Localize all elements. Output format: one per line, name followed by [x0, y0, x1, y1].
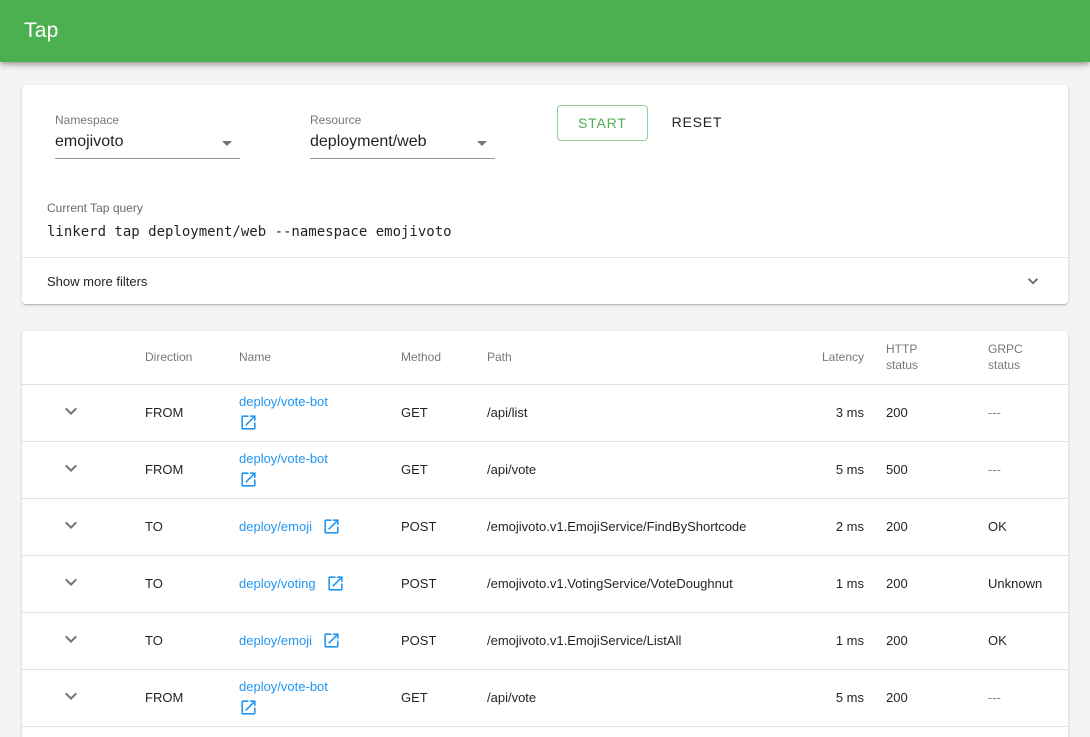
- col-method: Method: [401, 331, 487, 384]
- expand-row-icon[interactable]: [59, 513, 83, 537]
- latency-cell: 5 ms: [767, 441, 886, 498]
- name-cell: deploy/vote-bot: [239, 441, 401, 498]
- namespace-select[interactable]: emojivoto: [55, 133, 240, 159]
- grpc-status-cell: ---: [988, 441, 1068, 498]
- resource-link[interactable]: deploy/vote-bot: [239, 679, 328, 694]
- grpc-status-cell: Unknown: [988, 555, 1068, 612]
- method-cell: GET: [401, 441, 487, 498]
- expand-row-icon[interactable]: [59, 627, 83, 651]
- tap-results-table: Direction Name Method Path Latency HTTP …: [22, 331, 1068, 727]
- path-cell: /api/vote: [487, 669, 767, 726]
- open-in-new-icon[interactable]: [239, 698, 258, 717]
- col-latency: Latency: [767, 331, 886, 384]
- path-cell: /emojivoto.v1.EmojiService/ListAll: [487, 612, 767, 669]
- direction-cell: TO: [145, 555, 239, 612]
- reset-button[interactable]: RESET: [656, 105, 739, 139]
- grpc-status-cell: ---: [988, 384, 1068, 441]
- path-cell: /emojivoto.v1.VotingService/VoteDoughnut: [487, 555, 767, 612]
- open-in-new-icon[interactable]: [322, 631, 341, 650]
- expand-row-icon[interactable]: [59, 684, 83, 708]
- latency-cell: 1 ms: [767, 612, 886, 669]
- expand-row-icon[interactable]: [59, 399, 83, 423]
- name-cell: deploy/voting: [239, 555, 401, 612]
- http-status-cell: 200: [886, 498, 988, 555]
- http-status-cell: 500: [886, 441, 988, 498]
- direction-cell: TO: [145, 612, 239, 669]
- namespace-field: Namespace emojivoto: [55, 105, 240, 159]
- name-cell: deploy/emoji: [239, 498, 401, 555]
- resource-link[interactable]: deploy/vote-bot: [239, 451, 328, 466]
- http-status-cell: 200: [886, 669, 988, 726]
- resource-link[interactable]: deploy/emoji: [239, 633, 312, 648]
- table-header-row: Direction Name Method Path Latency HTTP …: [22, 331, 1068, 384]
- start-button[interactable]: START: [557, 105, 648, 141]
- method-cell: POST: [401, 498, 487, 555]
- direction-cell: FROM: [145, 384, 239, 441]
- resource-label: Resource: [310, 113, 495, 127]
- method-cell: GET: [401, 669, 487, 726]
- tap-results-card: Direction Name Method Path Latency HTTP …: [22, 331, 1068, 737]
- table-row: TO deploy/voting POST /emojivoto.v1.Voti…: [22, 555, 1068, 612]
- current-query-section: Current Tap query linkerd tap deployment…: [22, 159, 1068, 240]
- open-in-new-icon[interactable]: [326, 574, 345, 593]
- resource-link[interactable]: deploy/vote-bot: [239, 394, 328, 409]
- latency-cell: 5 ms: [767, 669, 886, 726]
- direction-cell: TO: [145, 498, 239, 555]
- open-in-new-icon[interactable]: [239, 470, 258, 489]
- table-row: TO deploy/emoji POST /emojivoto.v1.Emoji…: [22, 498, 1068, 555]
- direction-cell: FROM: [145, 441, 239, 498]
- chevron-down-icon[interactable]: [1023, 271, 1043, 291]
- table-row: FROM deploy/vote-bot GET /api/vote 5 ms …: [22, 669, 1068, 726]
- http-status-cell: 200: [886, 555, 988, 612]
- app-header: Tap: [0, 0, 1090, 62]
- table-row: FROM deploy/vote-bot GET /api/vote 5 ms …: [22, 441, 1068, 498]
- show-more-filters-label: Show more filters: [47, 274, 147, 289]
- table-row: FROM deploy/vote-bot GET /api/list 3 ms …: [22, 384, 1068, 441]
- name-cell: deploy/vote-bot: [239, 384, 401, 441]
- resource-link[interactable]: deploy/voting: [239, 576, 316, 591]
- grpc-status-cell: ---: [988, 669, 1068, 726]
- col-path: Path: [487, 331, 767, 384]
- latency-cell: 1 ms: [767, 555, 886, 612]
- filter-form-row: Namespace emojivoto Resource deployment/…: [22, 85, 1068, 159]
- col-expand: [22, 331, 145, 384]
- open-in-new-icon[interactable]: [239, 413, 258, 432]
- col-direction: Direction: [145, 331, 239, 384]
- query-label: Current Tap query: [47, 201, 1043, 215]
- http-status-cell: 200: [886, 384, 988, 441]
- resource-link[interactable]: deploy/emoji: [239, 519, 312, 534]
- resource-value: deployment/web: [310, 133, 427, 150]
- method-cell: POST: [401, 555, 487, 612]
- dropdown-arrow-icon: [477, 141, 487, 146]
- expand-row-icon[interactable]: [59, 570, 83, 594]
- dropdown-arrow-icon: [222, 141, 232, 146]
- latency-cell: 3 ms: [767, 384, 886, 441]
- path-cell: /api/list: [487, 384, 767, 441]
- col-grpc-status: GRPC status: [988, 331, 1068, 384]
- tap-filters-card: Namespace emojivoto Resource deployment/…: [22, 85, 1068, 304]
- open-in-new-icon[interactable]: [322, 517, 341, 536]
- name-cell: deploy/emoji: [239, 612, 401, 669]
- namespace-value: emojivoto: [55, 133, 123, 150]
- direction-cell: FROM: [145, 669, 239, 726]
- namespace-label: Namespace: [55, 113, 240, 127]
- http-status-cell: 200: [886, 612, 988, 669]
- col-http-status: HTTP status: [886, 331, 988, 384]
- grpc-status-cell: OK: [988, 612, 1068, 669]
- table-row: TO deploy/emoji POST /emojivoto.v1.Emoji…: [22, 612, 1068, 669]
- method-cell: POST: [401, 612, 487, 669]
- resource-select[interactable]: deployment/web: [310, 133, 495, 159]
- path-cell: /api/vote: [487, 441, 767, 498]
- page-title: Tap: [24, 19, 58, 43]
- grpc-status-cell: OK: [988, 498, 1068, 555]
- name-cell: deploy/vote-bot: [239, 669, 401, 726]
- method-cell: GET: [401, 384, 487, 441]
- col-name: Name: [239, 331, 401, 384]
- tap-query-command: linkerd tap deployment/web --namespace e…: [47, 224, 1043, 240]
- resource-field: Resource deployment/web: [310, 105, 495, 159]
- expand-row-icon[interactable]: [59, 456, 83, 480]
- path-cell: /emojivoto.v1.EmojiService/FindByShortco…: [487, 498, 767, 555]
- latency-cell: 2 ms: [767, 498, 886, 555]
- show-more-filters-toggle[interactable]: Show more filters: [22, 257, 1068, 304]
